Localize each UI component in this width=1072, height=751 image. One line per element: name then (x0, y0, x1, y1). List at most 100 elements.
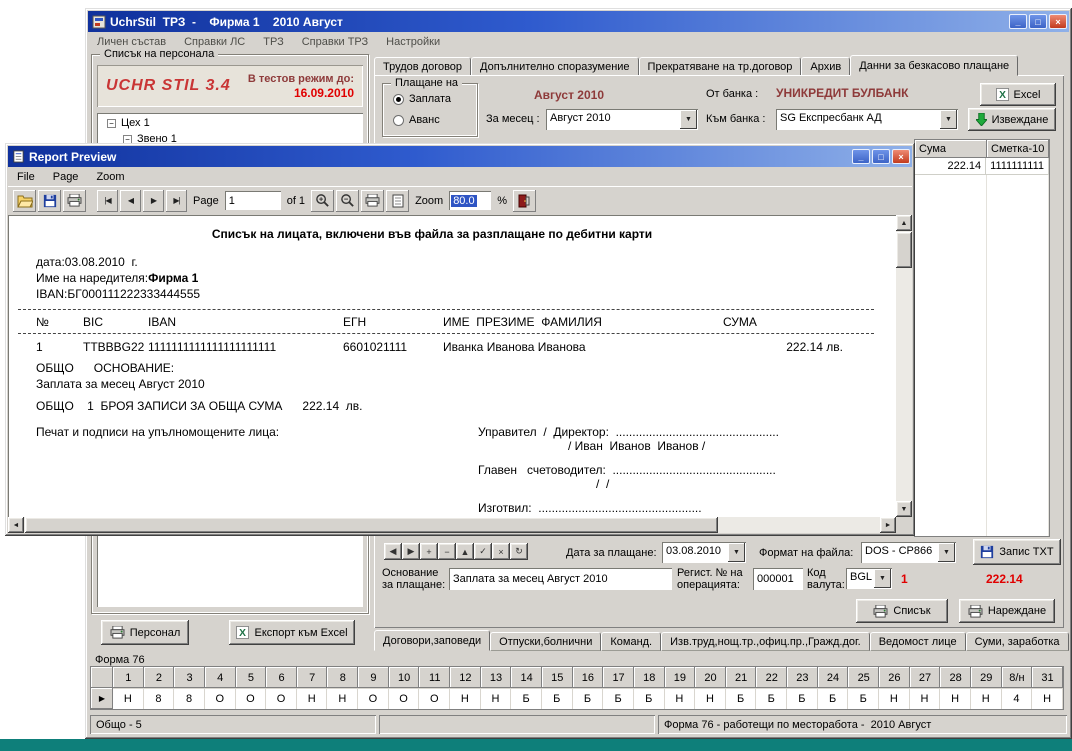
page-number-input[interactable] (225, 191, 281, 210)
forma76-day-value[interactable]: Н (971, 688, 1002, 709)
radio-advance-icon[interactable] (393, 115, 404, 126)
forma76-day-value[interactable]: Н (879, 688, 910, 709)
navigator-button[interactable]: ▲ (456, 543, 474, 560)
forma76-day-value[interactable]: О (389, 688, 420, 709)
cell-smetka10[interactable]: 1111111111 (986, 158, 1049, 175)
file-format-combobox[interactable]: DOS - CP866 ▼ (861, 542, 956, 563)
forma76-day-value[interactable]: Б (542, 688, 573, 709)
chevron-down-icon[interactable]: ▼ (938, 543, 955, 562)
chevron-down-icon[interactable]: ▼ (874, 569, 891, 588)
forma76-day-value[interactable]: О (419, 688, 450, 709)
navigator-button[interactable]: ✓ (474, 543, 492, 560)
forma76-day-value[interactable]: Н (940, 688, 971, 709)
forma76-day-value[interactable]: О (205, 688, 236, 709)
chevron-down-icon[interactable]: ▼ (680, 110, 697, 129)
accounts-grid-row[interactable]: 222.14 1111111111 (915, 158, 1049, 175)
forma76-day-value[interactable]: 8 (144, 688, 175, 709)
list-button[interactable]: Списък (856, 599, 948, 623)
navigator-button[interactable]: × (492, 543, 510, 560)
forma76-day-value[interactable]: Н (327, 688, 358, 709)
report-titlebar[interactable]: Report Preview _ □ × (8, 146, 912, 167)
zoom-input[interactable]: 80.0 (449, 191, 491, 210)
excel-button[interactable]: X Excel (980, 83, 1056, 106)
page-nav-button[interactable]: ◀ (120, 190, 141, 212)
tab-otpuski-bolnichni[interactable]: Отпуски,болнични (490, 632, 601, 651)
forma76-day-value[interactable]: Б (726, 688, 757, 709)
tree-item-workshop[interactable]: − Цех 1 (97, 113, 363, 129)
menu-item[interactable]: Zoom (87, 169, 133, 185)
menu-item[interactable]: File (8, 169, 44, 185)
navigator-button[interactable]: ↻ (510, 543, 528, 560)
menu-item[interactable]: Справки ТРЗ (293, 34, 377, 50)
navigator-button[interactable]: + (420, 543, 438, 560)
minimize-button[interactable]: _ (852, 149, 870, 164)
forma76-day-value[interactable]: Н (665, 688, 696, 709)
tab-trudov-dogovor[interactable]: Трудов договор (374, 57, 471, 76)
tab-sumi-zarabotka[interactable]: Суми, заработка (966, 632, 1069, 651)
forma76-day-value[interactable]: Н (297, 688, 328, 709)
forma76-day-value[interactable]: Б (818, 688, 849, 709)
page-view-button[interactable] (386, 190, 409, 212)
payment-date-combobox[interactable]: 03.08.2010 ▼ (662, 542, 746, 563)
forma76-day-value[interactable]: Б (573, 688, 604, 709)
horizontal-scrollbar[interactable]: ◄ ► (8, 517, 896, 533)
forma76-day-value[interactable]: Б (634, 688, 665, 709)
open-button[interactable] (13, 190, 36, 212)
print-button[interactable] (63, 190, 86, 212)
menu-item[interactable]: Page (44, 169, 88, 185)
forma76-day-value[interactable]: О (266, 688, 297, 709)
close-button[interactable]: × (892, 149, 910, 164)
forma76-day-value[interactable]: Б (787, 688, 818, 709)
chevron-down-icon[interactable]: ▼ (728, 543, 745, 562)
radio-advance[interactable]: Аванс (393, 114, 477, 126)
tab-izv-trud[interactable]: Изв.труд,нощ.тр.,офиц.пр.,Гражд.дог. (661, 632, 870, 651)
scroll-up-button[interactable]: ▲ (896, 215, 912, 231)
forma76-day-value[interactable]: Б (848, 688, 879, 709)
close-button[interactable]: × (1049, 14, 1067, 29)
forma76-day-value[interactable]: 8 (174, 688, 205, 709)
radio-salary[interactable]: Заплата (393, 93, 477, 105)
forma76-day-value[interactable]: Н (1032, 688, 1063, 709)
forma76-day-value[interactable]: Б (511, 688, 542, 709)
bank-combobox[interactable]: SG Експресбанк АД ▼ (776, 109, 958, 130)
payment-reason-input[interactable] (449, 568, 672, 590)
chevron-down-icon[interactable]: ▼ (940, 110, 957, 129)
forma76-day-value[interactable]: Н (910, 688, 941, 709)
tab-arhiv[interactable]: Архив (801, 57, 850, 76)
forma76-day-value[interactable]: 4 (1002, 688, 1033, 709)
main-titlebar[interactable]: UchrStil ТРЗ - Фирма 1 2010 Август _ □ × (88, 11, 1069, 32)
currency-combobox[interactable]: BGL ▼ (846, 568, 892, 589)
forma76-day-value[interactable]: Н (450, 688, 481, 709)
exit-button[interactable] (513, 190, 536, 212)
tab-bezkasovo-plashtane[interactable]: Данни за безкасово плащане (850, 55, 1018, 76)
print-setup-button[interactable] (361, 190, 384, 212)
scroll-down-button[interactable]: ▼ (896, 501, 912, 517)
forma76-day-value[interactable]: Н (481, 688, 512, 709)
navigator-button[interactable]: ▶ (402, 543, 420, 560)
cell-suma[interactable]: 222.14 (915, 158, 986, 175)
forma76-day-value[interactable]: О (358, 688, 389, 709)
page-nav-button[interactable]: |◀ (97, 190, 118, 212)
operation-regno-input[interactable] (753, 568, 803, 590)
forma76-day-value[interactable]: Н (695, 688, 726, 709)
menu-item[interactable]: Настройки (377, 34, 449, 50)
tab-komandirovki[interactable]: Команд. (601, 632, 661, 651)
zoom-in-button[interactable] (311, 190, 334, 212)
personal-button[interactable]: Персонал (101, 620, 189, 645)
output-button[interactable]: Извеждане (968, 108, 1056, 131)
navigator-button[interactable]: ◀ (384, 543, 402, 560)
radio-salary-icon[interactable] (393, 94, 404, 105)
tab-prekratyavane[interactable]: Прекратяване на тр.договор (639, 57, 802, 76)
save-button[interactable] (38, 190, 61, 212)
page-nav-button[interactable]: ▶ (143, 190, 164, 212)
page-nav-button[interactable]: ▶| (166, 190, 187, 212)
minimize-button[interactable]: _ (1009, 14, 1027, 29)
vertical-scrollbar-thumb[interactable] (896, 232, 912, 268)
month-combobox[interactable]: Август 2010 ▼ (546, 109, 698, 130)
tab-dop-sporazumenie[interactable]: Допълнително споразумение (471, 57, 639, 76)
tree-collapse-icon[interactable]: − (107, 119, 116, 128)
scroll-right-button[interactable]: ► (880, 517, 896, 533)
order-button[interactable]: Нареждане (959, 599, 1055, 623)
scroll-left-button[interactable]: ◄ (8, 517, 24, 533)
export-excel-button[interactable]: X Експорт към Excel (229, 620, 355, 645)
